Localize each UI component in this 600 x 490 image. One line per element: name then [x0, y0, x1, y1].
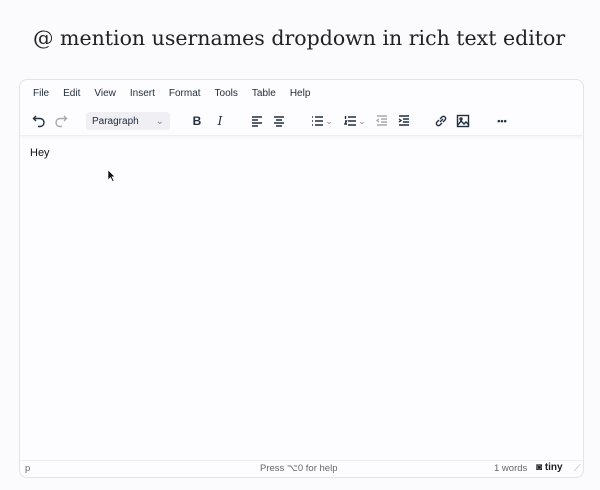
block-format-label: Paragraph [92, 115, 139, 127]
chevron-down-icon: ⌄ [155, 115, 164, 127]
image-icon [456, 114, 470, 128]
status-bar: p Press ⌥0 for help 1 words ◙ tiny ⟋ [20, 460, 583, 477]
menu-help[interactable]: Help [283, 88, 318, 99]
block-format-select[interactable]: Paragraph ⌄ [86, 112, 170, 130]
word-count[interactable]: 1 words [494, 463, 527, 474]
element-path[interactable]: p [25, 463, 30, 474]
page-title: @ mention usernames dropdown in rich tex… [33, 26, 566, 50]
more-button[interactable]: ••• [492, 112, 512, 130]
menu-view[interactable]: View [87, 88, 123, 99]
tiny-logo-icon: ◙ [536, 462, 543, 473]
redo-icon [55, 115, 68, 128]
redo-button[interactable] [52, 112, 70, 130]
align-center-icon [274, 116, 284, 127]
toolbar: Paragraph ⌄ B I ⌄ ⌄ ••• [20, 108, 583, 136]
rich-text-editor: File Edit View Insert Format Tools Table… [19, 79, 584, 478]
indent-icon [398, 115, 409, 126]
help-hint: Press ⌥0 for help [260, 463, 338, 474]
insert-link-button[interactable] [432, 112, 450, 130]
menu-format[interactable]: Format [162, 88, 208, 99]
numbered-list-icon [344, 116, 357, 126]
bullet-list-icon [312, 116, 324, 126]
editor-content[interactable]: Hey [30, 147, 50, 159]
link-icon [435, 115, 447, 127]
chevron-down-icon: ⌄ [325, 115, 333, 126]
resize-handle[interactable]: ⟋ [574, 463, 581, 474]
mouse-cursor-icon [108, 170, 116, 182]
menu-edit[interactable]: Edit [56, 88, 87, 99]
bullet-list-button[interactable]: ⌄ [308, 112, 336, 130]
indent-button[interactable] [395, 112, 413, 130]
brand-label: tiny [544, 462, 563, 473]
italic-button[interactable]: I [211, 112, 229, 130]
menu-tools[interactable]: Tools [208, 88, 245, 99]
numbered-list-button[interactable]: ⌄ [341, 112, 369, 130]
align-left-button[interactable] [248, 112, 266, 130]
menu-insert[interactable]: Insert [123, 88, 162, 99]
tiny-logo[interactable]: ◙ tiny [536, 462, 563, 473]
undo-button[interactable] [30, 112, 48, 130]
undo-icon [32, 115, 45, 128]
bold-button[interactable]: B [188, 112, 206, 130]
chevron-down-icon: ⌄ [358, 115, 366, 126]
menu-table[interactable]: Table [245, 88, 283, 99]
menu-file[interactable]: File [26, 88, 56, 99]
outdent-icon [375, 115, 387, 126]
align-left-icon [252, 116, 262, 127]
outdent-button[interactable] [373, 112, 391, 130]
insert-image-button[interactable] [454, 112, 472, 130]
align-center-button[interactable] [270, 112, 288, 130]
menubar: File Edit View Insert Format Tools Table… [26, 88, 317, 99]
